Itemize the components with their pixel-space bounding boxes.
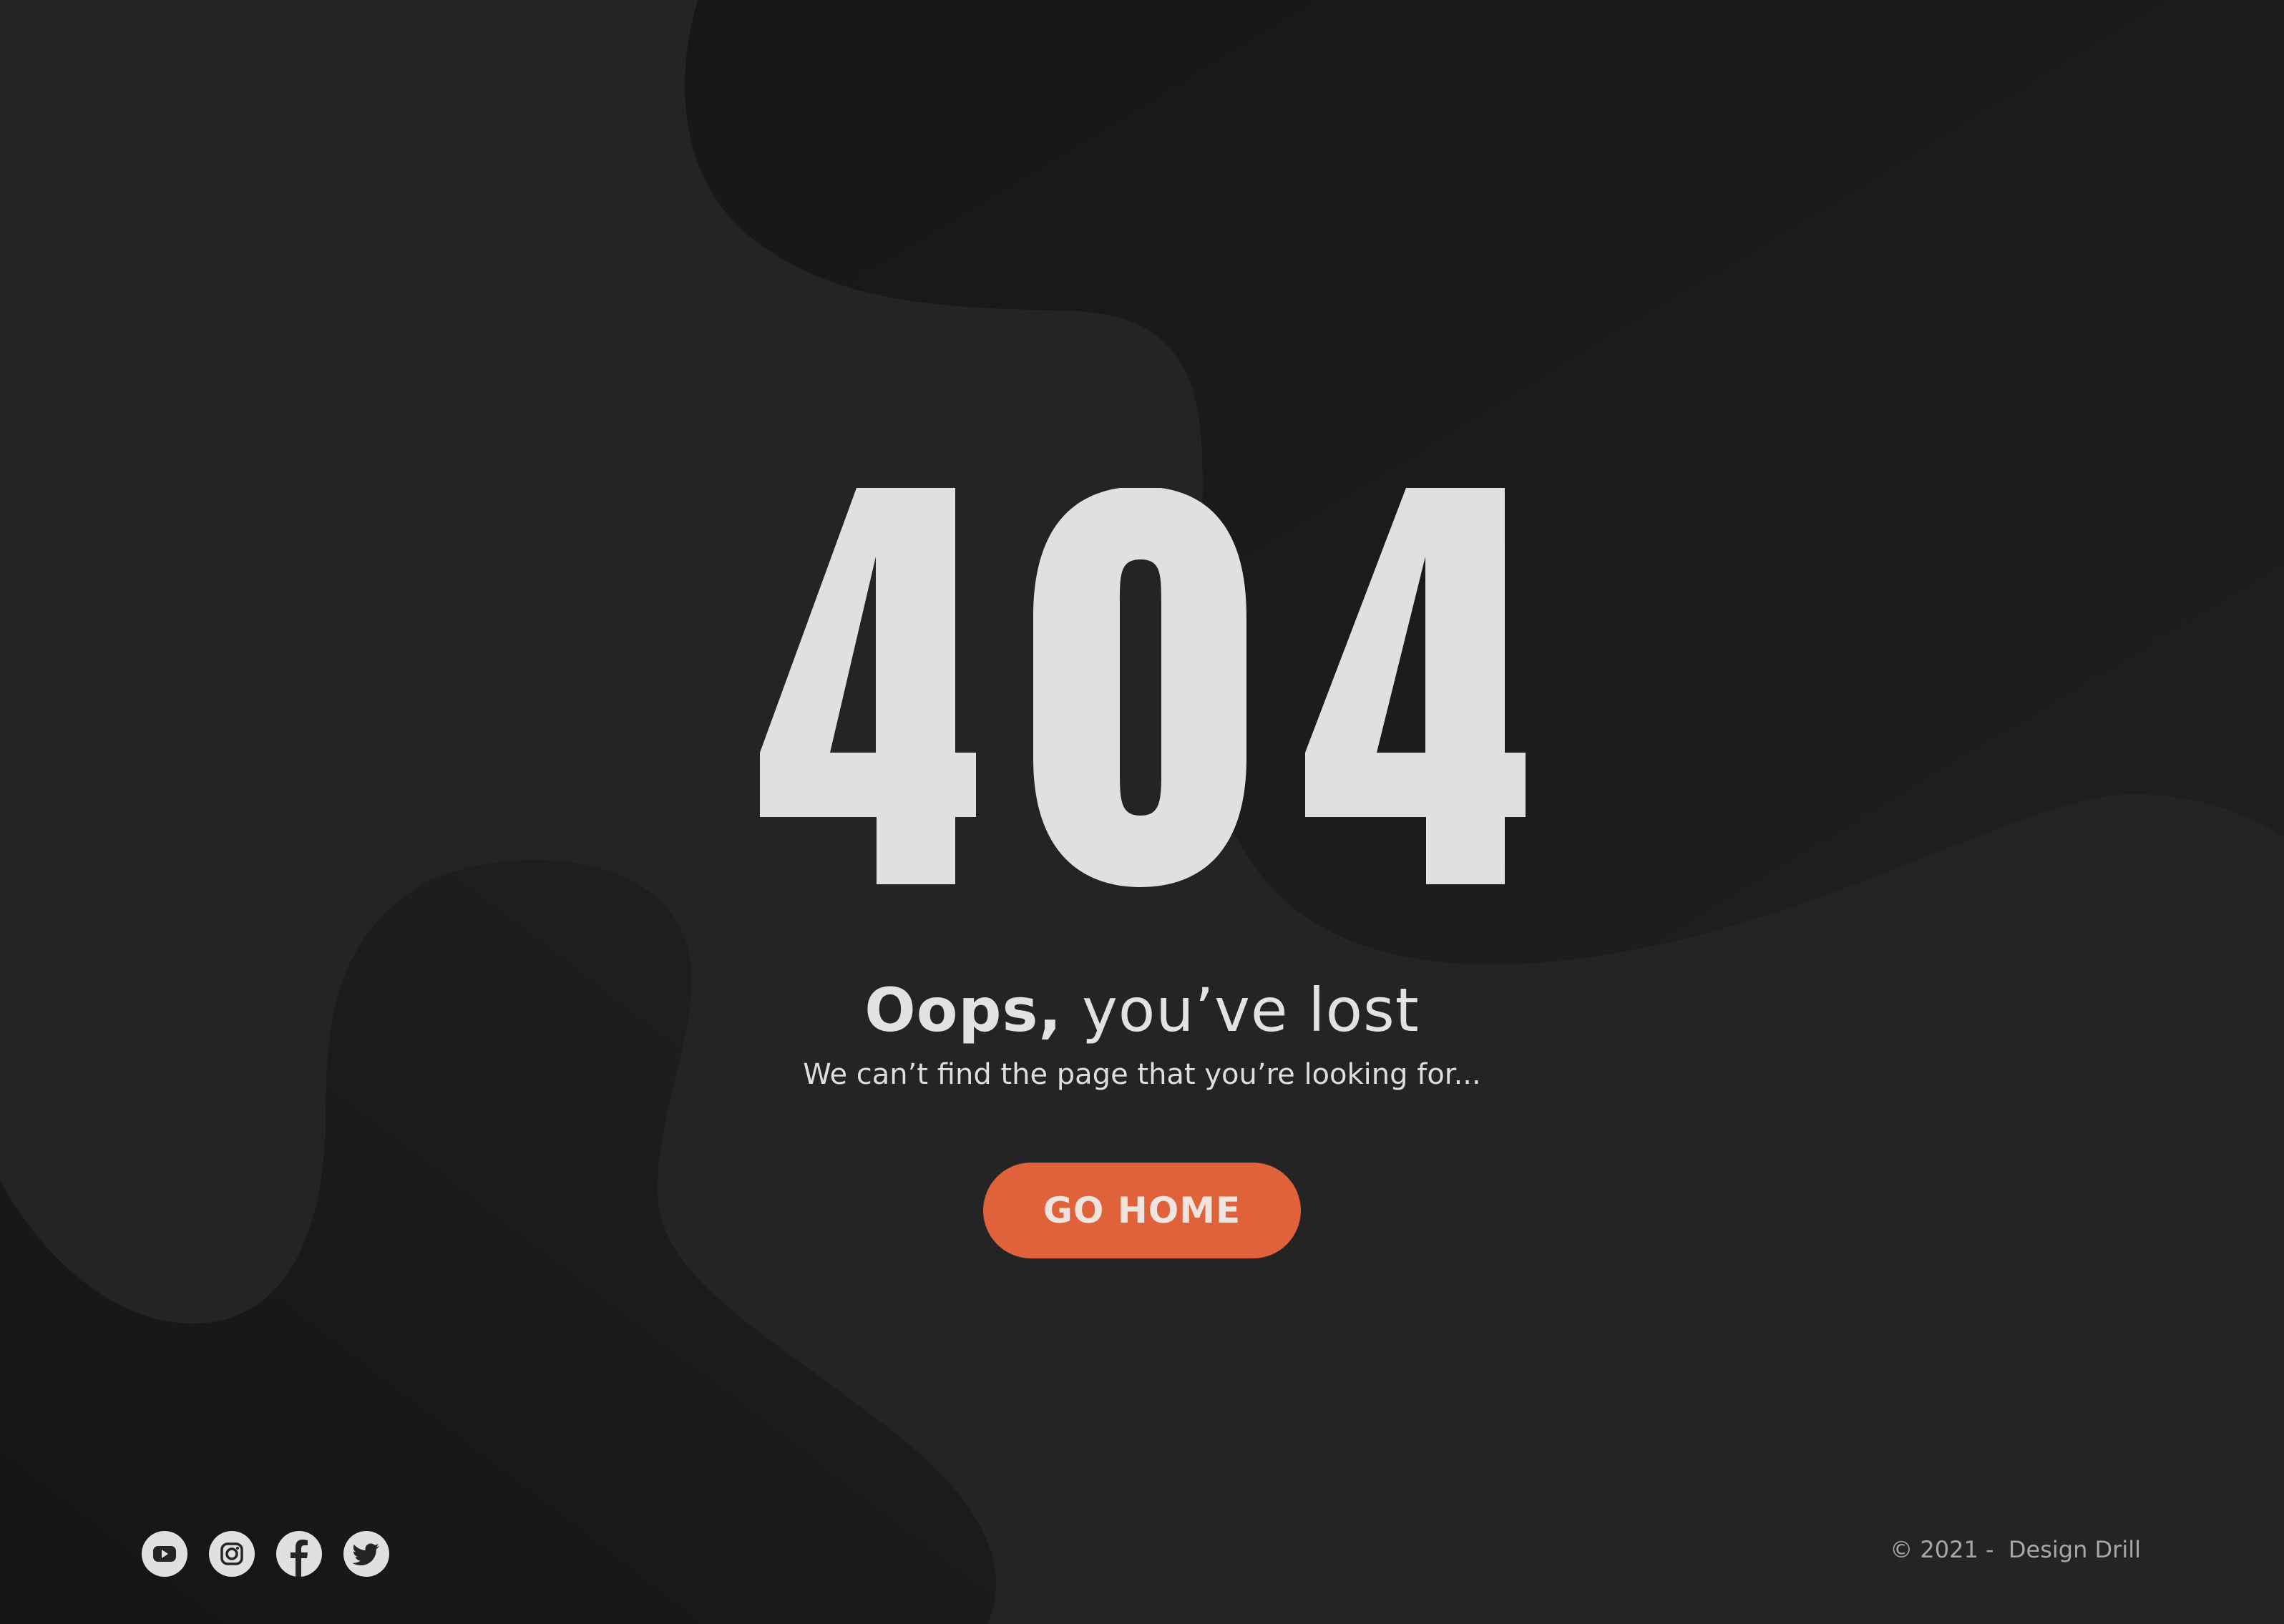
- copyright: © 2021 - Design Drill: [1890, 1536, 2141, 1563]
- error-code-404: [760, 488, 1526, 887]
- instagram-icon[interactable]: [209, 1531, 255, 1577]
- subtitle: We can’t find the page that you’re looki…: [803, 1058, 1481, 1091]
- facebook-icon[interactable]: [276, 1531, 322, 1577]
- headline-strong: Oops,: [864, 975, 1063, 1045]
- headline: Oops, you’ve lost: [0, 980, 2284, 1040]
- go-home-button[interactable]: GO HOME: [983, 1163, 1301, 1258]
- twitter-icon[interactable]: [343, 1531, 389, 1577]
- headline-light: you’ve lost: [1082, 975, 1420, 1045]
- youtube-icon[interactable]: [142, 1531, 187, 1577]
- go-home-label: GO HOME: [1043, 1190, 1241, 1231]
- social-links: [142, 1531, 389, 1577]
